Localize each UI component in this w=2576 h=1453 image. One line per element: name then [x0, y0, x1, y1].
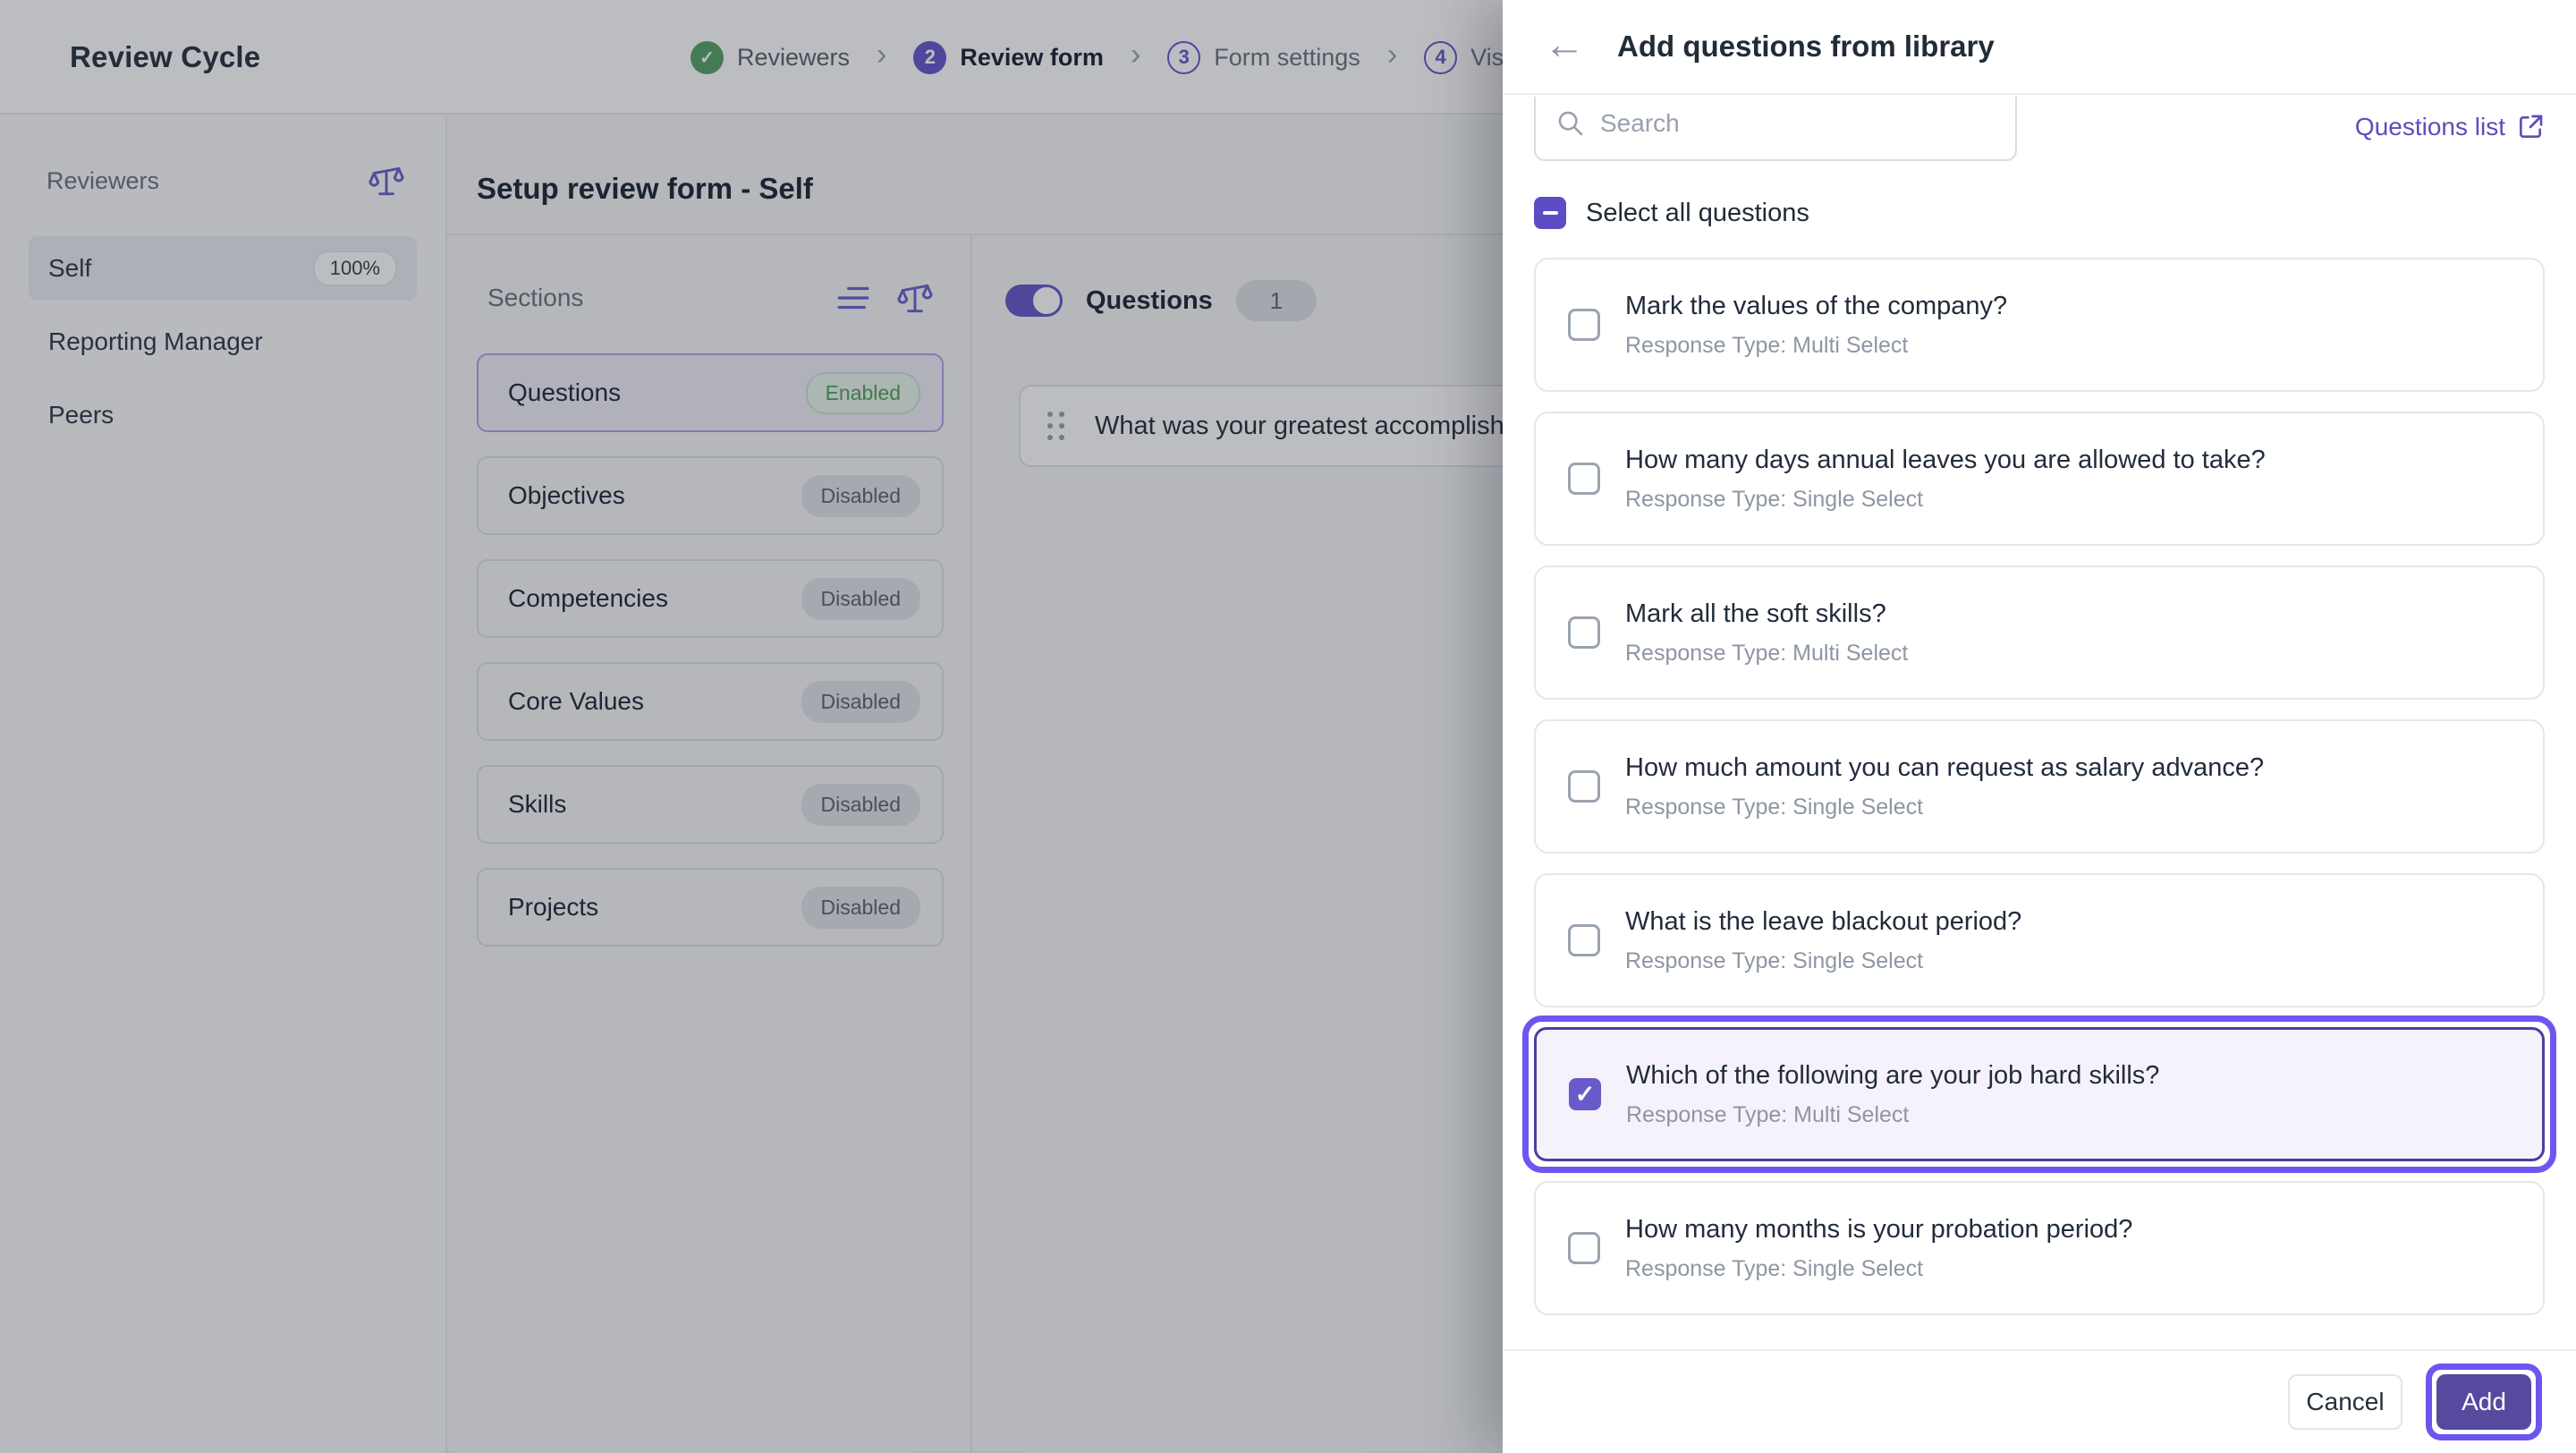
- select-all-label: Select all questions: [1586, 198, 1809, 227]
- question-checkbox[interactable]: [1568, 770, 1600, 803]
- add-questions-drawer: ← Add questions from library Questions l…: [1503, 0, 2576, 1453]
- questions-list-link[interactable]: Questions list: [2355, 113, 2545, 141]
- library-question-card[interactable]: Mark the values of the company? Response…: [1534, 258, 2545, 392]
- library-question-card-selected[interactable]: Which of the following are your job hard…: [1534, 1027, 2545, 1161]
- external-link-icon: [2516, 113, 2545, 141]
- library-question-card[interactable]: Mark all the soft skills? Response Type:…: [1534, 565, 2545, 700]
- library-question-card[interactable]: How many days annual leaves you are allo…: [1534, 412, 2545, 546]
- app-root: Review Cycle ✓ Reviewers › 2 Review form…: [0, 0, 2576, 1453]
- library-question-card[interactable]: What is the leave blackout period? Respo…: [1534, 873, 2545, 1007]
- question-checkbox[interactable]: [1568, 463, 1600, 495]
- library-question-card[interactable]: How much amount you can request as salar…: [1534, 719, 2545, 854]
- search-icon: [1555, 108, 1586, 139]
- search-input[interactable]: [1600, 109, 1996, 138]
- question-checkbox[interactable]: [1568, 1232, 1600, 1264]
- library-question-list: Mark the values of the company? Response…: [1522, 258, 2556, 1315]
- question-checkbox[interactable]: [1568, 616, 1600, 649]
- drawer-title: Add questions from library: [1617, 30, 1995, 63]
- library-question-card[interactable]: How many months is your probation period…: [1534, 1181, 2545, 1315]
- question-checkbox[interactable]: [1568, 924, 1600, 956]
- question-checkbox[interactable]: [1568, 309, 1600, 341]
- select-all-checkbox[interactable]: [1534, 197, 1566, 229]
- question-checkbox-checked[interactable]: [1569, 1078, 1601, 1110]
- search-field[interactable]: [1534, 97, 2017, 161]
- highlight-ring-add-button: Add: [2426, 1364, 2542, 1440]
- back-arrow-icon[interactable]: ←: [1544, 23, 1585, 64]
- highlight-ring-selected-question: Which of the following are your job hard…: [1522, 1015, 2556, 1173]
- add-button[interactable]: Add: [2436, 1374, 2531, 1430]
- cancel-button[interactable]: Cancel: [2288, 1374, 2402, 1430]
